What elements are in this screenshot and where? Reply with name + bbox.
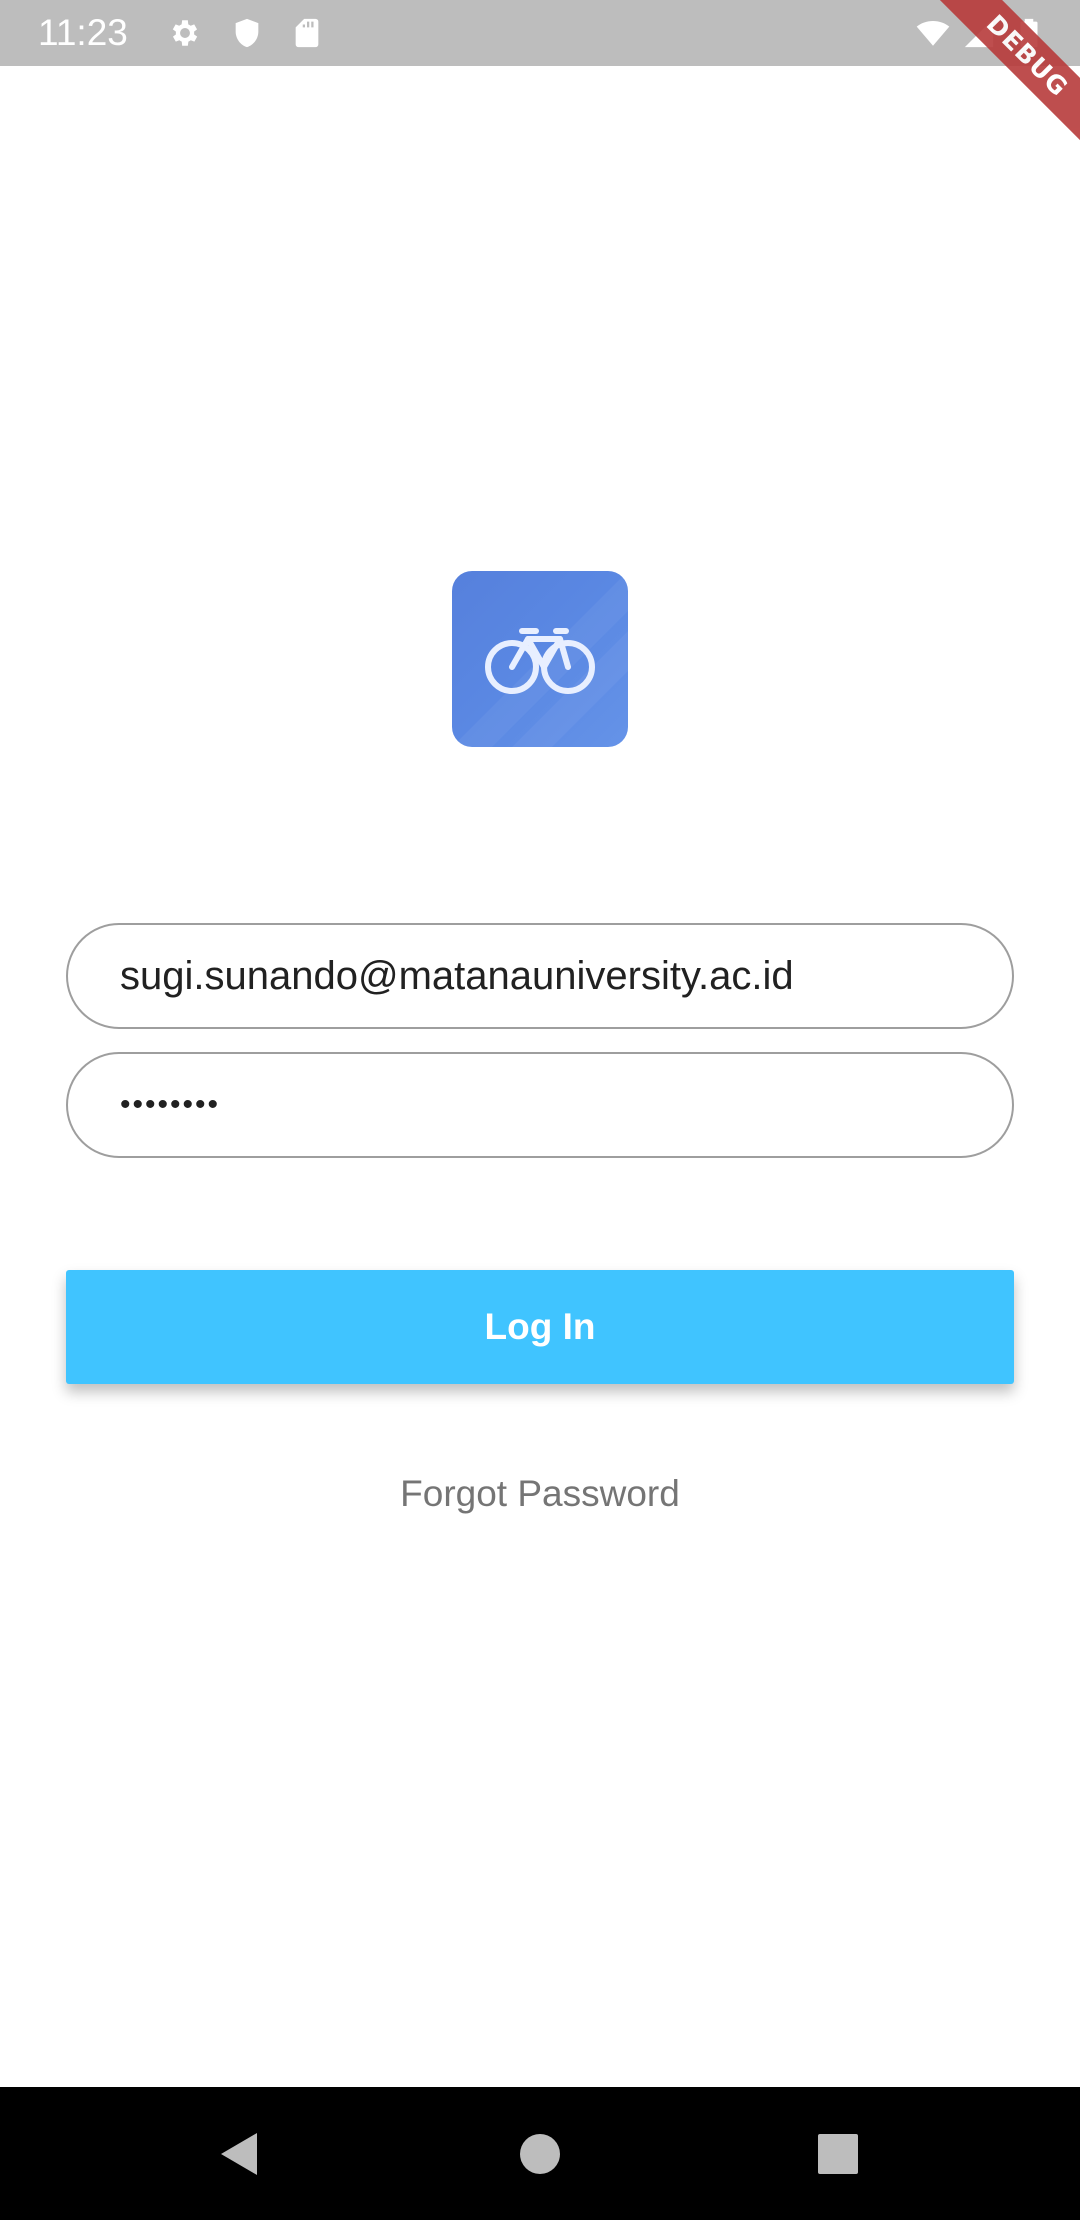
- sd-card-icon: [290, 16, 324, 50]
- login-button[interactable]: Log In: [66, 1270, 1014, 1384]
- forgot-password-link[interactable]: Forgot Password: [0, 1468, 1080, 1520]
- login-screen: 11:23 DEBUG sugi.sunando@matanauniversit…: [0, 0, 1080, 2220]
- password-field[interactable]: [66, 1052, 1014, 1158]
- navigation-bar: [0, 2087, 1080, 2220]
- wifi-icon: [916, 16, 950, 50]
- email-input[interactable]: [120, 925, 970, 1027]
- status-bar: 11:23: [0, 0, 1080, 66]
- email-field[interactable]: [66, 923, 1014, 1029]
- app-logo: [452, 571, 628, 747]
- status-time: 11:23: [38, 12, 128, 53]
- password-input[interactable]: [120, 1054, 970, 1156]
- recents-icon[interactable]: [803, 2119, 873, 2189]
- bicycle-icon: [452, 571, 628, 747]
- shield-icon: [230, 16, 264, 50]
- gear-icon: [168, 16, 202, 50]
- back-icon[interactable]: [205, 2119, 275, 2189]
- home-icon[interactable]: [505, 2119, 575, 2189]
